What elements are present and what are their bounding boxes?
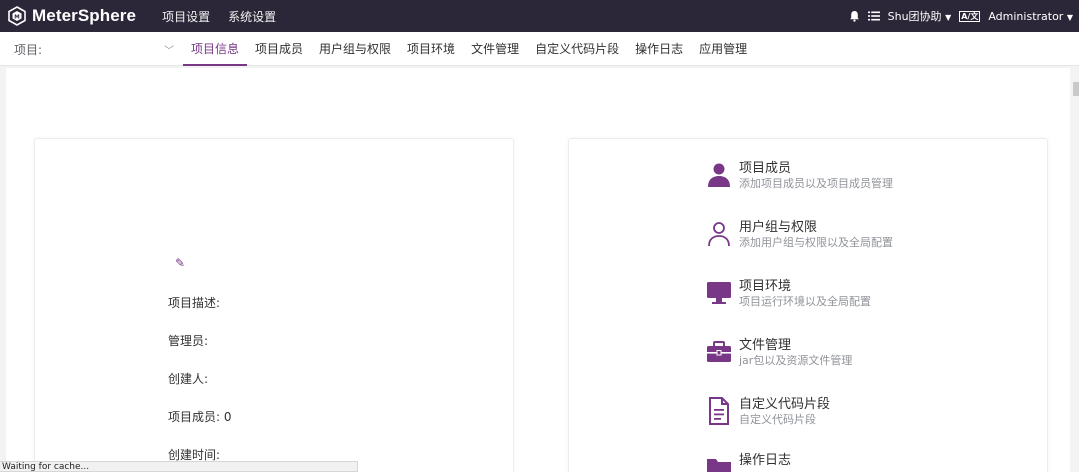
project-members-line: 项目成员: 0 [168,408,232,425]
svg-text:M: M [14,14,19,20]
folder-icon [706,452,732,472]
feature-title: 用户组与权限 [739,220,818,235]
feature-user-groups[interactable]: 用户组与权限 添加用户组与权限以及全局配置 [706,219,893,250]
document-icon [706,396,732,426]
feature-project-members[interactable]: 项目成员 添加项目成员以及项目成员管理 [706,160,893,191]
scrollbar[interactable] [1073,82,1079,96]
project-creator-label: 创建人: [168,372,209,386]
briefcase-icon [706,337,732,367]
list-icon[interactable] [867,11,880,21]
project-info-card [34,138,514,472]
nav-project-settings[interactable]: 项目设置 [162,8,210,25]
person-outline-icon [706,219,732,249]
project-members-label: 项目成员: [168,410,221,424]
workspace-select[interactable]: Shu团协助 ▼ [888,8,952,24]
top-header: M MeterSphere 项目设置 系统设置 Shu团协助 ▼ A/文 Adm… [0,0,1079,32]
feature-file-management[interactable]: 文件管理 jar包以及资源文件管理 [706,337,852,368]
sub-nav: 项目: ﹀ 项目信息 项目成员 用户组与权限 项目环境 文件管理 自定义代码片段… [0,32,1079,66]
edit-icon[interactable]: ✎ [175,256,185,270]
feature-title: 操作日志 [739,453,792,468]
user-menu[interactable]: Administrator ▼ [988,10,1073,23]
language-icon[interactable]: A/文 [959,10,981,22]
user-name: Administrator [988,9,1064,23]
tab-user-groups[interactable]: 用户组与权限 [311,32,399,66]
tab-project-members[interactable]: 项目成员 [247,32,311,66]
feature-desc: 添加用户组与权限以及全局配置 [739,236,893,249]
feature-project-env[interactable]: 项目环境 项目运行环境以及全局配置 [706,278,871,309]
feature-operation-log[interactable]: 操作日志 [706,452,791,472]
feature-title: 文件管理 [739,338,792,353]
project-admin-label: 管理员: [168,334,209,348]
person-icon [706,160,732,190]
caret-down-icon: ▼ [1066,12,1073,22]
feature-title: 自定义代码片段 [739,397,831,412]
nav-system-settings[interactable]: 系统设置 [228,8,276,25]
monitor-icon [706,278,732,308]
top-nav: 项目设置 系统设置 [162,8,294,25]
project-select-value: 项目: [14,42,43,57]
feature-title: 项目成员 [739,161,792,176]
feature-custom-code[interactable]: 自定义代码片段 自定义代码片段 [706,396,830,427]
feature-desc: 添加项目成员以及项目成员管理 [739,177,893,190]
header-right: Shu团协助 ▼ A/文 Administrator ▼ [841,0,1073,32]
caret-down-icon: ▼ [945,13,952,22]
logo-text: MeterSphere [32,6,137,25]
feature-desc: 项目运行环境以及全局配置 [739,295,871,308]
project-members-count: 0 [223,410,232,424]
tab-custom-code[interactable]: 自定义代码片段 [527,32,627,66]
tab-app-management[interactable]: 应用管理 [691,32,755,66]
project-select[interactable]: 项目: ﹀ [14,32,174,66]
feature-desc: jar包以及资源文件管理 [739,354,853,367]
tab-operation-log[interactable]: 操作日志 [627,32,691,66]
logo[interactable]: M MeterSphere [7,6,136,26]
workspace-name: Shu团协助 [887,10,942,23]
feature-title: 项目环境 [739,279,792,294]
feature-desc: 自定义代码片段 [739,413,816,426]
tab-project-env[interactable]: 项目环境 [399,32,463,66]
project-description-label: 项目描述: [168,296,221,310]
metersphere-logo-icon: M [8,6,26,26]
settings-tabs: 项目信息 项目成员 用户组与权限 项目环境 文件管理 自定义代码片段 操作日志 … [183,32,755,66]
chevron-down-icon: ﹀ [164,45,174,57]
browser-status-bar: Waiting for cache... [0,461,358,472]
tab-project-info[interactable]: 项目信息 [183,32,248,66]
tab-file-management[interactable]: 文件管理 [463,32,527,66]
bell-icon[interactable] [849,10,860,22]
